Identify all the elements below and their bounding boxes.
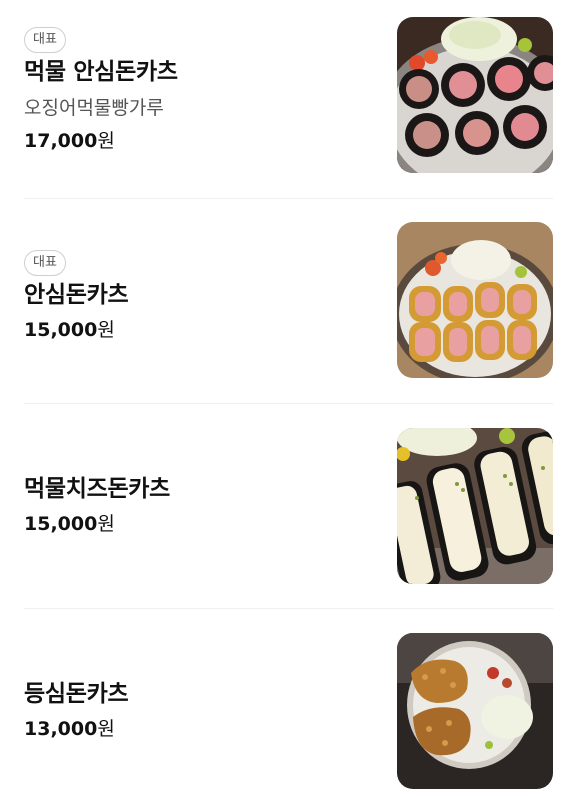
menu-item-squid-ink-cheese-katsu[interactable]: 먹물치즈돈카츠 15,000원 bbox=[24, 428, 553, 584]
tenderloin-katsu-photo bbox=[397, 222, 553, 378]
menu-item-name: 먹물 안심돈카츠 bbox=[24, 59, 178, 85]
price-value: 13,000 bbox=[24, 718, 98, 740]
menu-item-photo[interactable] bbox=[397, 222, 553, 378]
menu-item-photo[interactable] bbox=[397, 633, 553, 789]
signature-badge: 대표 bbox=[24, 27, 66, 53]
signature-badge: 대표 bbox=[24, 250, 66, 276]
price-value: 15,000 bbox=[24, 513, 98, 535]
cheese-katsu-photo bbox=[397, 428, 553, 584]
menu-item-info: 대표 안심돈카츠 15,000원 bbox=[24, 250, 364, 343]
menu-item-price: 15,000원 bbox=[24, 318, 364, 343]
price-currency: 원 bbox=[97, 718, 115, 740]
menu-item-price: 13,000원 bbox=[24, 717, 364, 742]
divider bbox=[24, 198, 553, 199]
menu-item-price: 15,000원 bbox=[24, 512, 364, 537]
menu-item-pork-loin-katsu[interactable]: 등심돈카츠 13,000원 bbox=[24, 633, 553, 789]
pork-loin-katsu-photo bbox=[397, 633, 553, 789]
menu-item-info: 먹물치즈돈카츠 15,000원 bbox=[24, 474, 364, 537]
menu-item-squid-ink-tenderloin-katsu[interactable]: 대표 먹물 안심돈카츠 오징어먹물빵가루 17,000원 bbox=[24, 17, 553, 173]
menu-item-photo[interactable] bbox=[397, 17, 553, 173]
menu-item-tenderloin-katsu[interactable]: 대표 안심돈카츠 15,000원 bbox=[24, 222, 553, 378]
price-value: 17,000 bbox=[24, 130, 98, 152]
menu-list: 대표 먹물 안심돈카츠 오징어먹물빵가루 17,000원 대표 안심돈카츠 15… bbox=[0, 0, 565, 809]
price-value: 15,000 bbox=[24, 319, 98, 341]
divider bbox=[24, 608, 553, 609]
menu-item-price: 17,000원 bbox=[24, 129, 364, 154]
divider bbox=[24, 403, 553, 404]
price-currency: 원 bbox=[97, 319, 115, 341]
menu-item-info: 등심돈카츠 13,000원 bbox=[24, 679, 364, 742]
menu-item-name: 먹물치즈돈카츠 bbox=[24, 476, 171, 502]
price-currency: 원 bbox=[97, 513, 115, 535]
menu-item-photo[interactable] bbox=[397, 428, 553, 584]
price-currency: 원 bbox=[97, 130, 115, 152]
menu-item-info: 대표 먹물 안심돈카츠 오징어먹물빵가루 17,000원 bbox=[24, 27, 364, 154]
menu-item-name: 안심돈카츠 bbox=[24, 282, 129, 308]
menu-item-description: 오징어먹물빵가루 bbox=[24, 97, 164, 119]
squid-ink-katsu-photo bbox=[397, 17, 553, 173]
menu-item-name: 등심돈카츠 bbox=[24, 681, 129, 707]
